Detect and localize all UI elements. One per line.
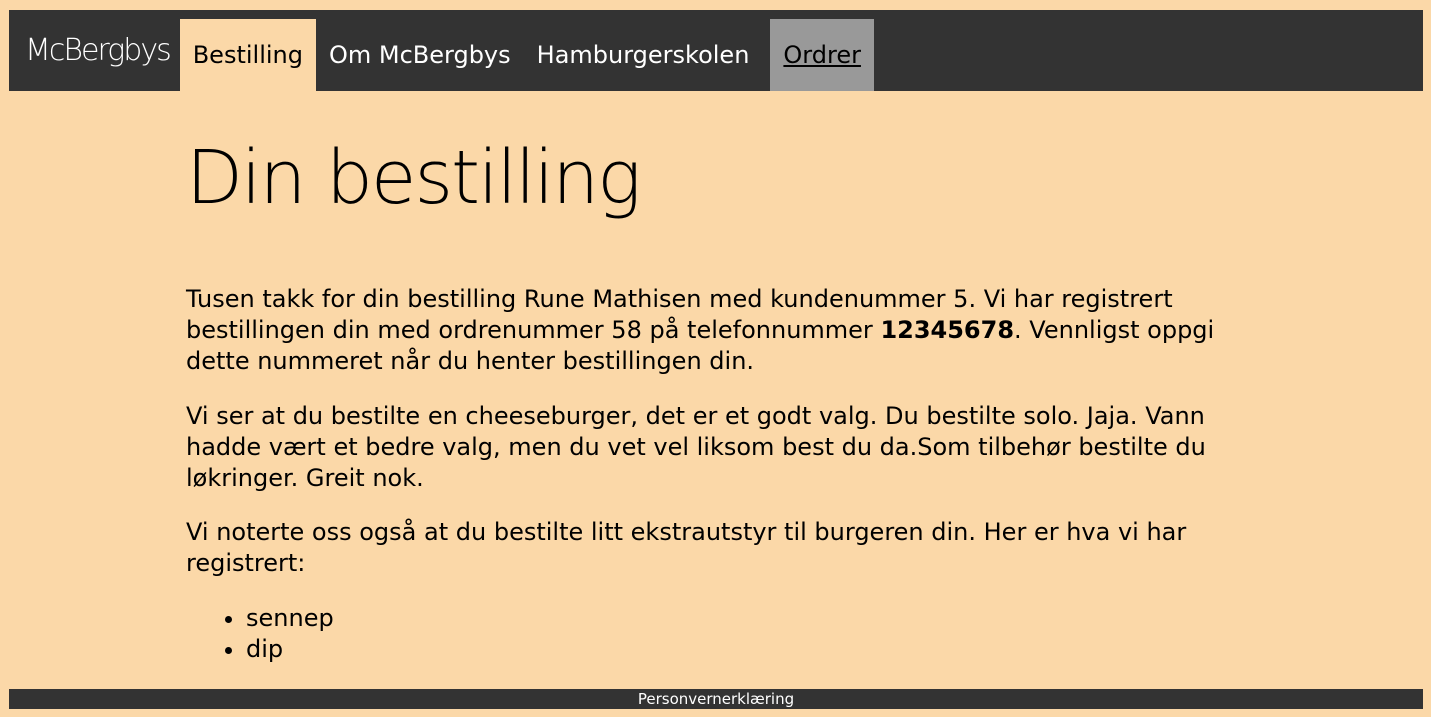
list-item: sennep: [246, 603, 334, 634]
nav-item-ordrer[interactable]: Ordrer: [770, 19, 874, 91]
extras-intro-paragraph: Vi noterte oss også at du bestilte litt …: [186, 518, 1187, 577]
page-title: Din bestilling: [186, 135, 642, 221]
footer-bar: Personvernerklæring: [9, 689, 1423, 709]
top-navbar: McBergbys Bestilling Om McBergbys Hambur…: [9, 10, 1423, 91]
nav-item-hamburgerskolen[interactable]: Hamburgerskolen: [524, 19, 763, 91]
extras-list: sennep dip: [186, 603, 334, 665]
list-item: dip: [246, 634, 334, 665]
order-summary-paragraph: Vi ser at du bestilte en cheeseburger, d…: [186, 402, 1206, 492]
brand-logo[interactable]: McBergbys: [9, 10, 180, 91]
nav-item-om-mcbergbys[interactable]: Om McBergbys: [316, 19, 524, 91]
nav-item-bestilling[interactable]: Bestilling: [179, 19, 316, 91]
confirmation-paragraph: Tusen takk for din bestilling Rune Mathi…: [186, 284, 1236, 377]
main-content: Din bestilling Tusen takk for din bestil…: [186, 130, 1236, 663]
phone-number: 12345678: [880, 316, 1015, 344]
privacy-link[interactable]: Personvernerklæring: [638, 690, 794, 708]
